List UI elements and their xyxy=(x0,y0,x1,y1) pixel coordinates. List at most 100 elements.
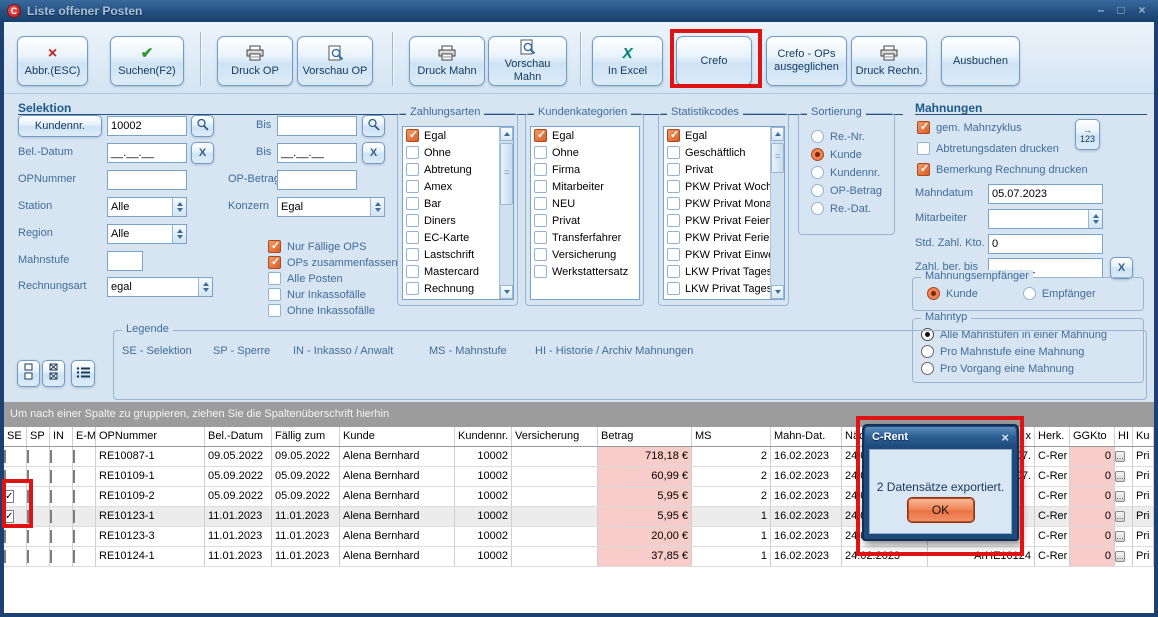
mahnstufe-input[interactable] xyxy=(107,251,143,271)
kundennr-search-button[interactable] xyxy=(191,115,214,137)
checkbox-icon[interactable] xyxy=(268,288,281,301)
listbox-item[interactable]: Ohne xyxy=(531,144,639,161)
checkbox-icon[interactable] xyxy=(406,146,419,159)
listbox-item[interactable]: Abtretung xyxy=(403,161,513,178)
scroll-down-icon[interactable] xyxy=(771,285,784,299)
zahlungsarten-listbox[interactable]: EgalOhneAbtretungAmexBarDinersEC-KarteLa… xyxy=(402,126,514,300)
bel-datum-clear-button[interactable]: X xyxy=(191,142,214,164)
sortierung-option-3[interactable]: OP-Betrag xyxy=(811,184,882,197)
mahnungsempfaenger-option-1[interactable]: Empfänger xyxy=(1023,287,1096,300)
toolbar-button-vorschau-op[interactable]: Vorschau OP xyxy=(297,36,373,86)
checkbox-icon[interactable] xyxy=(268,256,281,269)
cell-hi[interactable]: … xyxy=(1115,447,1133,466)
listbox-item[interactable]: PKW Privat Ferienl xyxy=(664,229,784,246)
scroll-up-icon[interactable] xyxy=(771,127,784,141)
renumber-button[interactable]: → 123 xyxy=(1075,119,1100,150)
checkbox-icon[interactable] xyxy=(917,121,930,134)
titlebar[interactable]: C Liste offener Posten – □ × xyxy=(0,0,1158,22)
in-checkbox[interactable] xyxy=(50,530,52,543)
checkbox-icon[interactable] xyxy=(917,163,930,176)
listbox-item[interactable]: Egal xyxy=(664,127,784,144)
radio-icon[interactable] xyxy=(811,202,824,215)
cell-hi[interactable]: … xyxy=(1115,467,1133,486)
sortierung-option-2[interactable]: Kundennr. xyxy=(811,166,880,179)
in-checkbox[interactable] xyxy=(50,450,52,463)
view-button-select-none[interactable] xyxy=(17,360,40,387)
listbox-item[interactable]: Privat xyxy=(664,161,784,178)
em-checkbox[interactable] xyxy=(73,490,75,503)
toolbar-button-ausbuchen[interactable]: Ausbuchen xyxy=(941,36,1020,86)
cell-sp[interactable] xyxy=(27,547,50,566)
listbox-item[interactable]: Privat xyxy=(531,212,639,229)
checkbox-icon[interactable] xyxy=(534,214,547,227)
cell-se[interactable] xyxy=(4,527,27,546)
selektion-checkbox-3[interactable]: Nur Inkassofälle xyxy=(268,288,366,301)
mahndatum-input[interactable]: 05.07.2023 xyxy=(988,184,1103,204)
checkbox-icon[interactable] xyxy=(534,197,547,210)
column-header-Kundennr.[interactable]: Kundennr. xyxy=(455,427,512,446)
toolbar-button-in-excel[interactable]: XIn Excel xyxy=(592,36,663,86)
cell-in[interactable] xyxy=(50,467,73,486)
checkbox-icon[interactable] xyxy=(667,282,680,295)
cell-in[interactable] xyxy=(50,547,73,566)
radio-icon[interactable] xyxy=(811,148,824,161)
listbox-item[interactable]: Egal xyxy=(531,127,639,144)
cell-em[interactable] xyxy=(73,447,96,466)
cell-sp[interactable] xyxy=(27,527,50,546)
op-betrag-input[interactable] xyxy=(277,170,357,190)
history-button[interactable]: … xyxy=(1115,491,1125,502)
listbox-item[interactable]: NEU xyxy=(531,195,639,212)
history-button[interactable]: … xyxy=(1115,511,1125,522)
toolbar-button-crefo-ops-ausgeglichen[interactable]: Crefo - OPs ausgeglichen xyxy=(766,36,847,86)
cell-in[interactable] xyxy=(50,447,73,466)
bel-datum-input[interactable]: __.__.__ xyxy=(107,143,187,163)
checkbox-icon[interactable] xyxy=(534,180,547,193)
spinner-icon[interactable] xyxy=(1088,210,1102,228)
listbox-item[interactable]: PKW Privat Woche xyxy=(664,178,784,195)
listbox-item[interactable]: PKW Privat Feierta xyxy=(664,212,784,229)
listbox-item[interactable]: Rechnung xyxy=(403,280,513,297)
column-header-GGKto[interactable]: GGKto xyxy=(1070,427,1115,446)
column-header-SP[interactable]: SP xyxy=(27,427,50,446)
listbox-item[interactable]: Ohne xyxy=(403,144,513,161)
sortierung-option-0[interactable]: Re.-Nr. xyxy=(811,130,865,143)
checkbox-icon[interactable] xyxy=(268,304,281,317)
toolbar-button-druck-rechn[interactable]: Druck Rechn. xyxy=(851,36,927,86)
em-checkbox[interactable] xyxy=(73,510,75,523)
em-checkbox[interactable] xyxy=(73,450,75,463)
listbox-item[interactable]: PKW Privat Einwei xyxy=(664,246,784,263)
cell-em[interactable] xyxy=(73,467,96,486)
spinner-icon[interactable] xyxy=(172,198,186,216)
listbox-item[interactable]: Diners xyxy=(403,212,513,229)
sp-checkbox[interactable] xyxy=(27,450,29,463)
in-checkbox[interactable] xyxy=(50,510,52,523)
listbox-item[interactable]: PKW Privat Monat xyxy=(664,195,784,212)
column-header-Herk.[interactable]: Herk. xyxy=(1035,427,1070,446)
checkbox-icon[interactable] xyxy=(667,231,680,244)
column-header-E-M[interactable]: E-M xyxy=(73,427,96,446)
listbox-item[interactable]: Mitarbeiter xyxy=(531,178,639,195)
kundennr-input[interactable]: 10002 xyxy=(107,116,187,136)
spinner-icon[interactable] xyxy=(370,198,384,216)
cell-em[interactable] xyxy=(73,507,96,526)
scrollbar-thumb[interactable] xyxy=(500,143,513,205)
bel-datum-bis-clear-button[interactable]: X xyxy=(362,142,385,164)
listbox-item[interactable]: Amex xyxy=(403,178,513,195)
column-header-IN[interactable]: IN xyxy=(50,427,73,446)
selektion-checkbox-2[interactable]: Alle Posten xyxy=(268,272,343,285)
toolbar-button-vorschau-mahn[interactable]: Vorschau Mahn xyxy=(488,36,567,86)
history-button[interactable]: … xyxy=(1115,471,1125,482)
mahnungsempfaenger-option-0[interactable]: Kunde xyxy=(927,287,978,300)
view-button-list-view[interactable] xyxy=(71,360,95,387)
station-select[interactable]: Alle xyxy=(107,197,187,217)
se-checkbox[interactable] xyxy=(4,530,6,543)
kundennr-button[interactable]: Kundennr. xyxy=(18,115,102,137)
em-checkbox[interactable] xyxy=(73,530,75,543)
checkbox-icon[interactable] xyxy=(534,231,547,244)
scroll-up-icon[interactable] xyxy=(500,127,513,141)
in-checkbox[interactable] xyxy=(50,490,52,503)
listbox-item[interactable]: Geschäftlich xyxy=(664,144,784,161)
checkbox-icon[interactable] xyxy=(667,146,680,159)
listbox-item[interactable]: EC-Karte xyxy=(403,229,513,246)
se-checkbox[interactable] xyxy=(4,450,6,463)
